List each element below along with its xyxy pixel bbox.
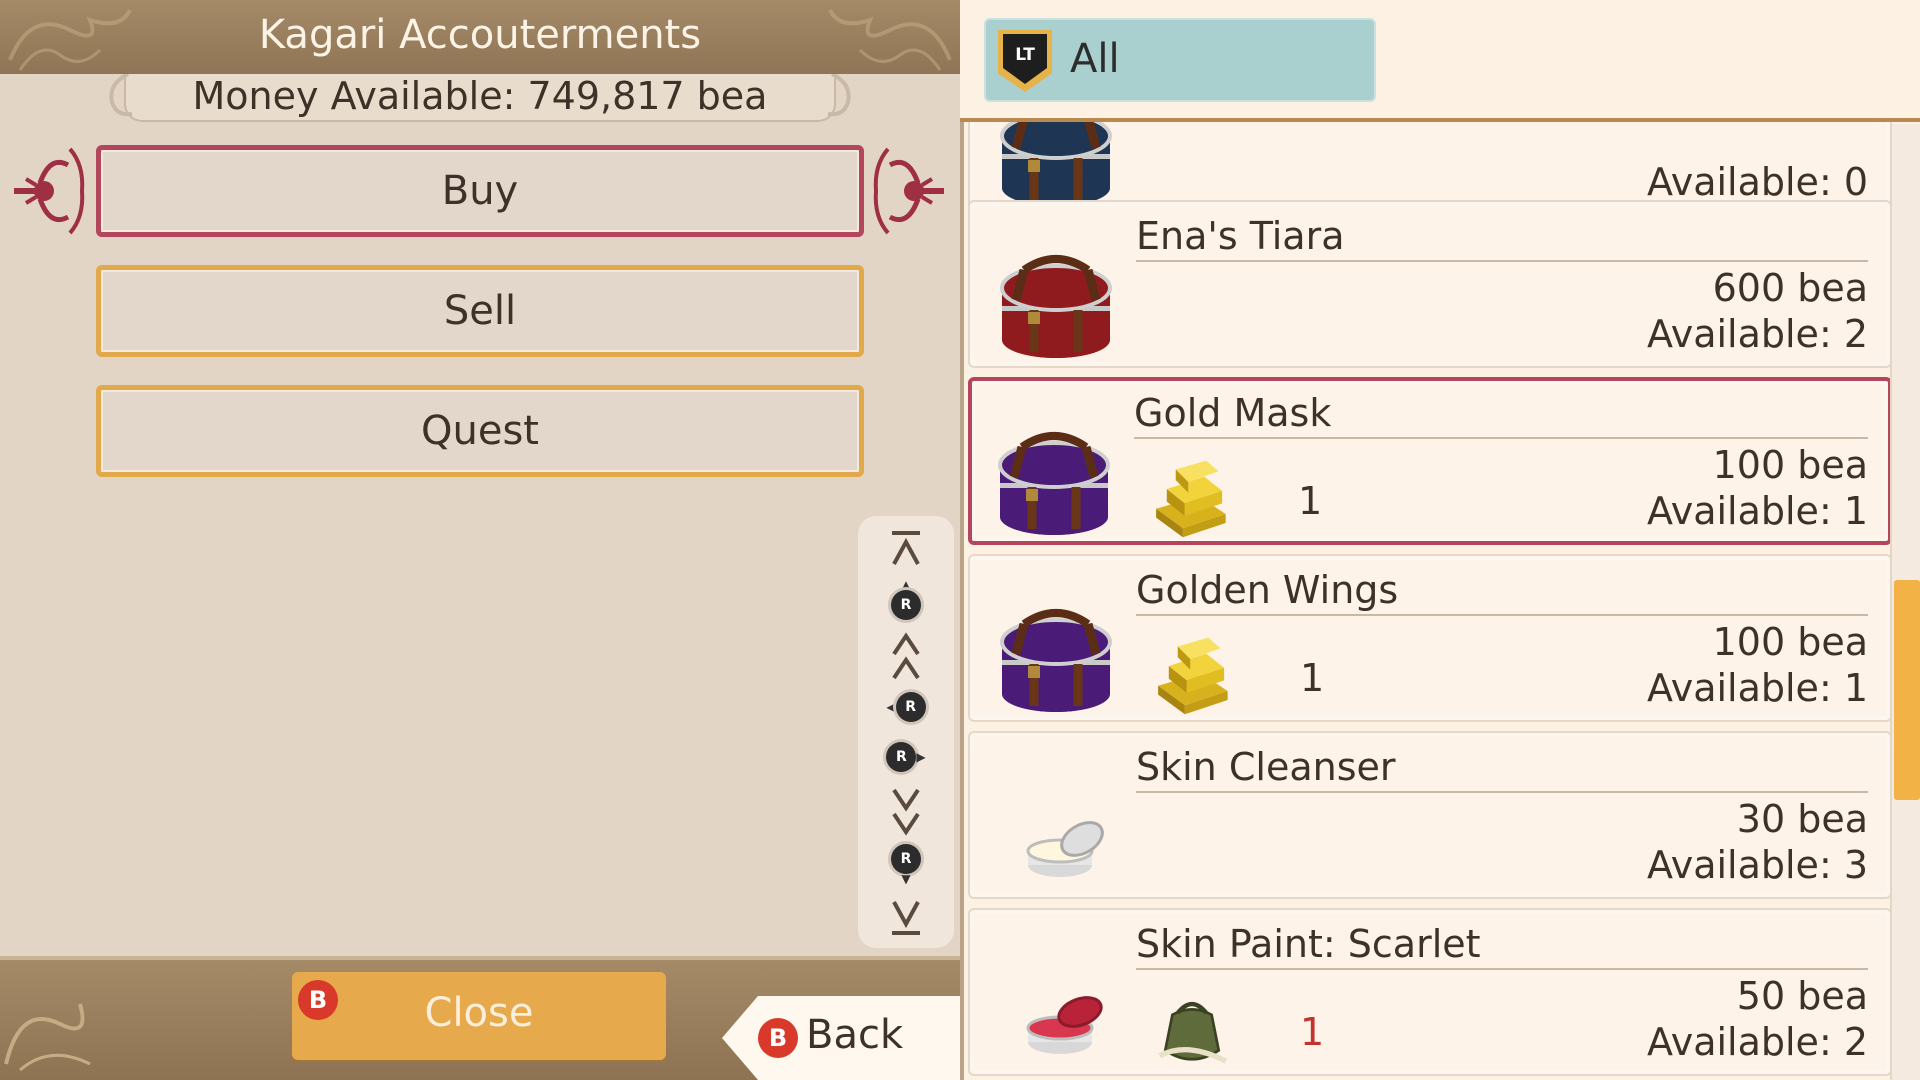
filter-bar: LT All (960, 0, 1920, 122)
selection-flourish-left-icon (14, 147, 85, 235)
item-row[interactable]: Golden Wings 1 100 bea Available: 1 (968, 554, 1892, 722)
scroll-up-icon[interactable] (858, 632, 954, 686)
item-price: 30 bea (1736, 797, 1868, 841)
quest-button[interactable]: Quest (96, 385, 864, 477)
item-row[interactable]: Skin Paint: Scarlet 1 50 bea Available: … (968, 908, 1892, 1076)
sell-button[interactable]: Sell (96, 265, 864, 357)
gold-bar-icon (1158, 637, 1228, 715)
item-price: 100 bea (1712, 443, 1868, 487)
up-tick-icon: ▲ (901, 578, 911, 592)
scroll-down-icon[interactable] (858, 786, 954, 840)
r-stick-icon: R (891, 844, 921, 874)
shop-title-bar: Kagari Accouterments (0, 0, 960, 74)
pouch-icon (1158, 1001, 1228, 1064)
scrollbar-thumb[interactable] (1894, 580, 1920, 800)
item-name: Golden Wings (1136, 568, 1399, 612)
back-label: Back (806, 1012, 904, 1058)
item-available: Available: 2 (1646, 1020, 1868, 1064)
shop-title: Kagari Accouterments (258, 12, 702, 58)
purple-hatbox-icon (992, 425, 1116, 539)
name-divider (1136, 614, 1868, 616)
money-available-text: Money Available: 749,817 bea (192, 74, 768, 118)
r-stick-icon: R (891, 590, 921, 620)
filter-label: All (1070, 36, 1120, 82)
buy-button[interactable]: Buy (96, 145, 864, 237)
scroll-left-rstick[interactable]: ◀ R (858, 692, 954, 722)
item-price: 100 bea (1712, 620, 1868, 664)
page-up-rstick[interactable]: ▲ R (858, 578, 954, 620)
left-tick-icon: ◀ (886, 700, 896, 714)
ornament-bottom-left-icon (4, 1003, 91, 1072)
purple-hatbox-icon (994, 602, 1118, 716)
gold-bar-icon (1156, 460, 1226, 538)
cream-tin-icon (1026, 821, 1104, 877)
filter-tab-all[interactable]: LT All (984, 18, 1376, 102)
red-hatbox-icon (994, 248, 1118, 362)
item-row-selected[interactable]: Gold Mask 1 100 bea Available: 1 (968, 377, 1892, 545)
name-divider (1136, 791, 1868, 793)
item-price: 600 bea (1712, 266, 1868, 310)
r-stick-icon: R (895, 692, 926, 722)
shop-menu-panel: Kagari Accouterments Money Available: 74… (0, 0, 960, 1080)
lt-trigger-label: LT (1003, 34, 1047, 84)
r-stick-icon: R (886, 742, 917, 772)
item-available: Available: 1 (1646, 666, 1868, 710)
item-name: Skin Paint: Scarlet (1136, 922, 1481, 966)
item-list: Available: 0 Ena's Tiara 600 bea Availab… (960, 0, 1920, 1080)
material-quantity: 1 (1300, 656, 1325, 700)
scroll-controls-panel: ▲ R ◀ R R ▶ R ▼ (858, 516, 954, 948)
item-list-panel: Available: 0 Ena's Tiara 600 bea Availab… (960, 0, 1920, 1080)
item-available: Available: 3 (1646, 843, 1868, 887)
item-name: Gold Mask (1134, 391, 1332, 435)
item-name: Ena's Tiara (1136, 214, 1345, 258)
scroll-right-rstick[interactable]: R ▶ (858, 742, 954, 772)
name-divider (1136, 260, 1868, 262)
item-available: Available: 1 (1646, 489, 1868, 533)
close-button[interactable]: B Close (292, 972, 666, 1060)
item-available: Available: 0 (1646, 160, 1868, 204)
item-price: 50 bea (1736, 974, 1868, 1018)
material-quantity: 1 (1298, 479, 1323, 523)
material-quantity-insufficient: 1 (1300, 1010, 1325, 1054)
selection-flourish-right-icon (873, 147, 944, 235)
scroll-top-icon[interactable] (858, 530, 954, 572)
right-tick-icon: ▶ (916, 750, 926, 764)
down-tick-icon: ▼ (901, 872, 911, 886)
scroll-bottom-icon[interactable] (858, 898, 954, 940)
list-scrollbar[interactable] (1890, 124, 1920, 1080)
page-down-rstick[interactable]: R ▼ (858, 844, 954, 886)
scarlet-tin-icon (1026, 996, 1103, 1054)
back-button[interactable]: B Back (722, 996, 960, 1080)
money-available-box: Money Available: 749,817 bea (109, 74, 851, 122)
item-name: Skin Cleanser (1136, 745, 1396, 789)
name-divider (1136, 968, 1868, 970)
item-row[interactable]: Skin Cleanser 30 bea Available: 3 (968, 731, 1892, 899)
close-label: Close (424, 990, 534, 1036)
b-button-icon: B (758, 1018, 798, 1058)
lt-trigger-icon: LT (998, 30, 1052, 92)
item-available: Available: 2 (1646, 312, 1868, 356)
name-divider (1134, 437, 1868, 439)
item-row[interactable]: Ena's Tiara 600 bea Available: 2 (968, 200, 1892, 368)
